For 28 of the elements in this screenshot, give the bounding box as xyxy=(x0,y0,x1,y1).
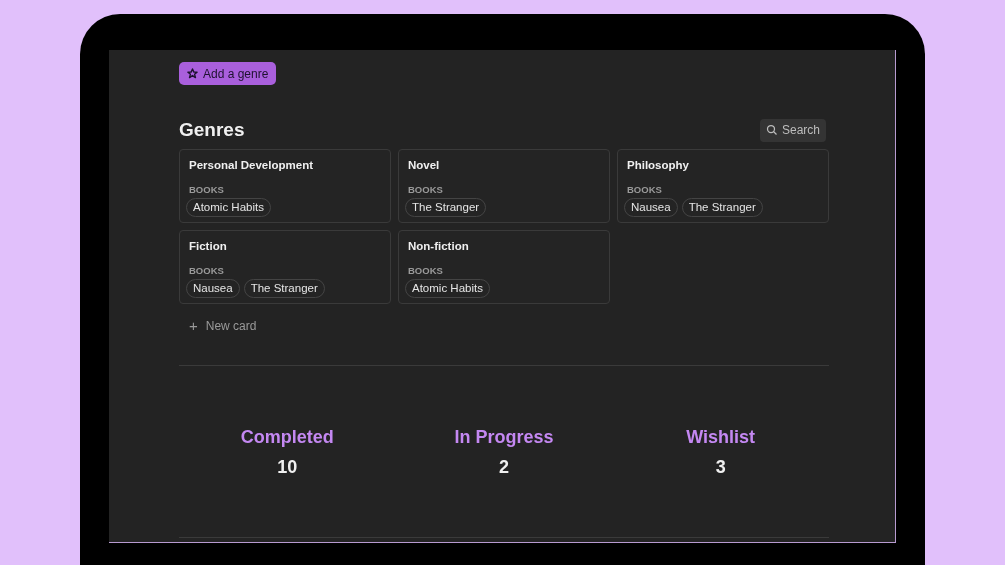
genre-card[interactable]: Non-fiction BOOKS Atomic Habits xyxy=(398,229,610,304)
genre-card[interactable]: Fiction BOOKS Nausea The Stranger xyxy=(179,229,391,304)
property-label: BOOKS xyxy=(189,183,225,195)
card-title: Non-fiction xyxy=(408,238,470,253)
search-button[interactable]: Search xyxy=(759,118,826,142)
stat-label: In Progress xyxy=(454,425,554,448)
property-label: BOOKS xyxy=(627,183,663,195)
add-genre-button[interactable]: Add a genre xyxy=(179,62,277,85)
new-card-button[interactable]: + New card xyxy=(189,316,257,335)
star-icon xyxy=(187,68,198,79)
property-label: BOOKS xyxy=(408,183,444,195)
stat-label: Completed xyxy=(240,425,334,448)
property-label: BOOKS xyxy=(189,264,225,276)
search-icon xyxy=(765,124,778,137)
plus-icon: + xyxy=(189,318,198,333)
card-title: Philosophy xyxy=(627,157,690,172)
property-label: BOOKS xyxy=(408,264,444,276)
section-title: Genres xyxy=(179,118,245,142)
genre-card[interactable]: Personal Development BOOKS Atomic Habits xyxy=(179,148,391,223)
stat-value: 10 xyxy=(277,455,298,478)
genre-card[interactable]: Novel BOOKS The Stranger xyxy=(398,148,610,223)
card-title: Novel xyxy=(408,157,441,172)
stat-label: Wishlist xyxy=(686,425,756,448)
genre-card[interactable]: Philosophy BOOKS Nausea The Stranger xyxy=(617,148,829,223)
card-title: Fiction xyxy=(189,238,228,253)
card-title: Personal Development xyxy=(189,157,314,172)
stat-value: 2 xyxy=(499,455,509,478)
stat-value: 3 xyxy=(715,455,726,478)
